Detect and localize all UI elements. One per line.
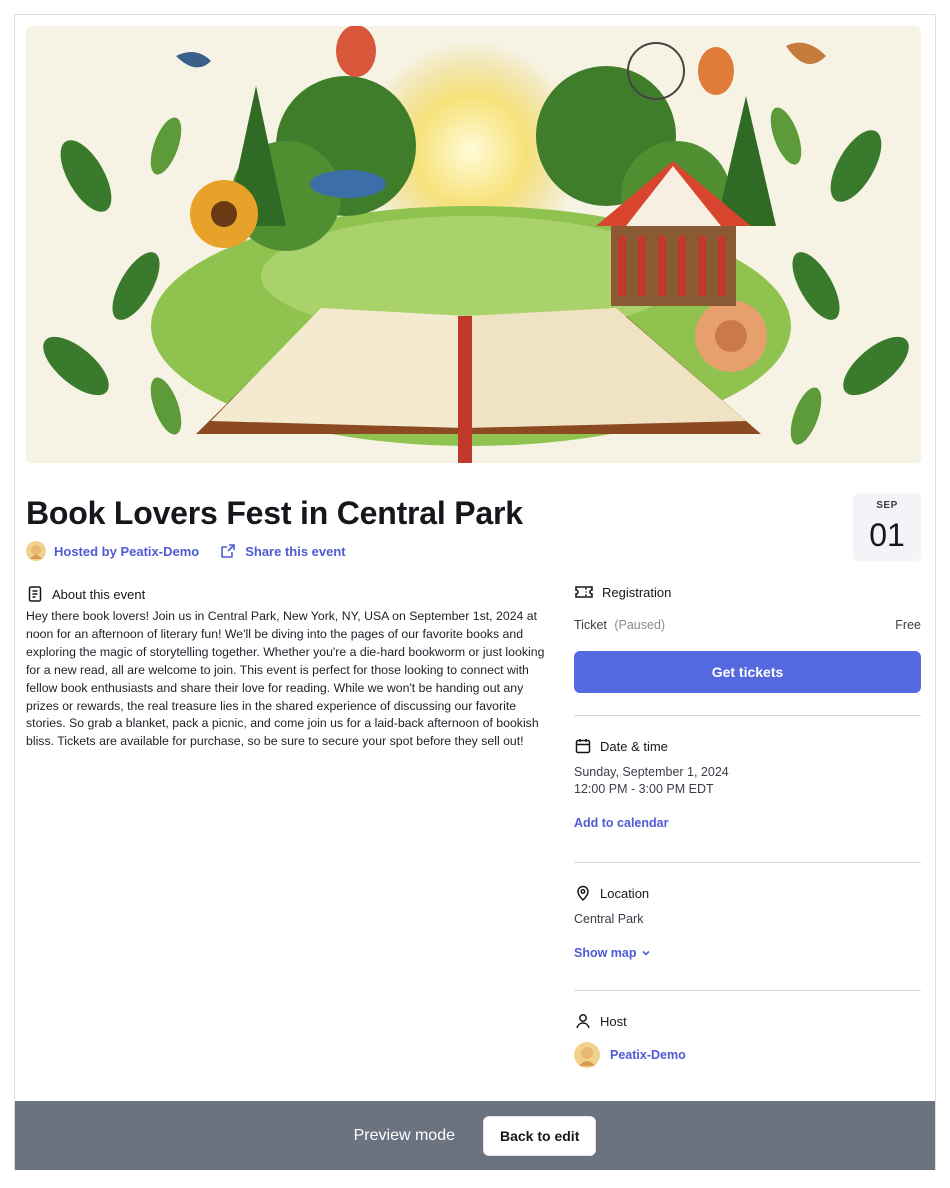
calendar-icon [575,739,591,754]
location-heading-label: Location [600,885,650,901]
date-badge: SEP 01 [853,493,921,561]
host-heading: Host [574,1012,921,1030]
share-event-link[interactable]: Share this event [219,542,346,560]
hosted-by-label: Hosted by Peatix-Demo [54,543,200,559]
date-badge-day: 01 [869,517,905,553]
ticket-label: Ticket [574,618,607,632]
event-time: 12:00 PM - 3:00 PM EDT [574,782,714,796]
divider [574,862,921,863]
share-event-label: Share this event [245,543,346,559]
datetime-heading: Date & time [574,737,921,755]
host-avatar [26,541,46,561]
preview-mode-label: Preview mode [353,1126,455,1144]
divider [574,715,921,716]
ticket-status: (Paused) [614,618,666,632]
show-map-label: Show map [574,946,637,960]
add-to-calendar-link[interactable]: Add to calendar [574,816,668,830]
person-icon [576,1014,590,1029]
host-heading-label: Host [600,1013,627,1029]
chevron-down-icon [641,950,650,956]
host-avatar [574,1042,600,1068]
event-sidebar: Registration Ticket (Paused) Free Get ti… [574,583,921,1068]
event-cover-image [26,26,921,463]
host-name-link[interactable]: Peatix-Demo [610,1048,686,1062]
event-title: Book Lovers Fest in Central Park [26,495,523,531]
hosted-by-link[interactable]: Hosted by Peatix-Demo [26,541,199,561]
location-heading: Location [574,884,921,902]
ticket-row: Ticket (Paused) Free [574,618,921,632]
document-icon [28,586,42,602]
preview-mode-bar: Preview mode Back to edit [15,1101,935,1170]
about-heading-label: About this event [52,586,146,602]
show-map-link[interactable]: Show map [574,946,651,960]
registration-heading-label: Registration [602,584,672,600]
location-pin-icon [577,885,589,902]
event-meta-row: Hosted by Peatix-Demo Share this event [26,541,346,561]
share-icon [221,544,236,558]
about-description: Hey there book lovers! Join us in Centra… [26,609,545,749]
divider [574,990,921,991]
datetime-heading-label: Date & time [600,738,668,754]
registration-heading: Registration [574,583,921,601]
event-page: Book Lovers Fest in Central Park Hosted … [14,14,936,1170]
about-heading: About this event [26,585,145,603]
ticket-price: Free [895,618,921,632]
get-tickets-button[interactable]: Get tickets [574,651,921,693]
back-to-edit-button[interactable]: Back to edit [483,1115,597,1156]
ticket-icon [575,586,593,598]
event-date: Sunday, September 1, 2024 [574,765,729,779]
date-badge-month: SEP [876,500,898,511]
location-name: Central Park [574,912,644,926]
